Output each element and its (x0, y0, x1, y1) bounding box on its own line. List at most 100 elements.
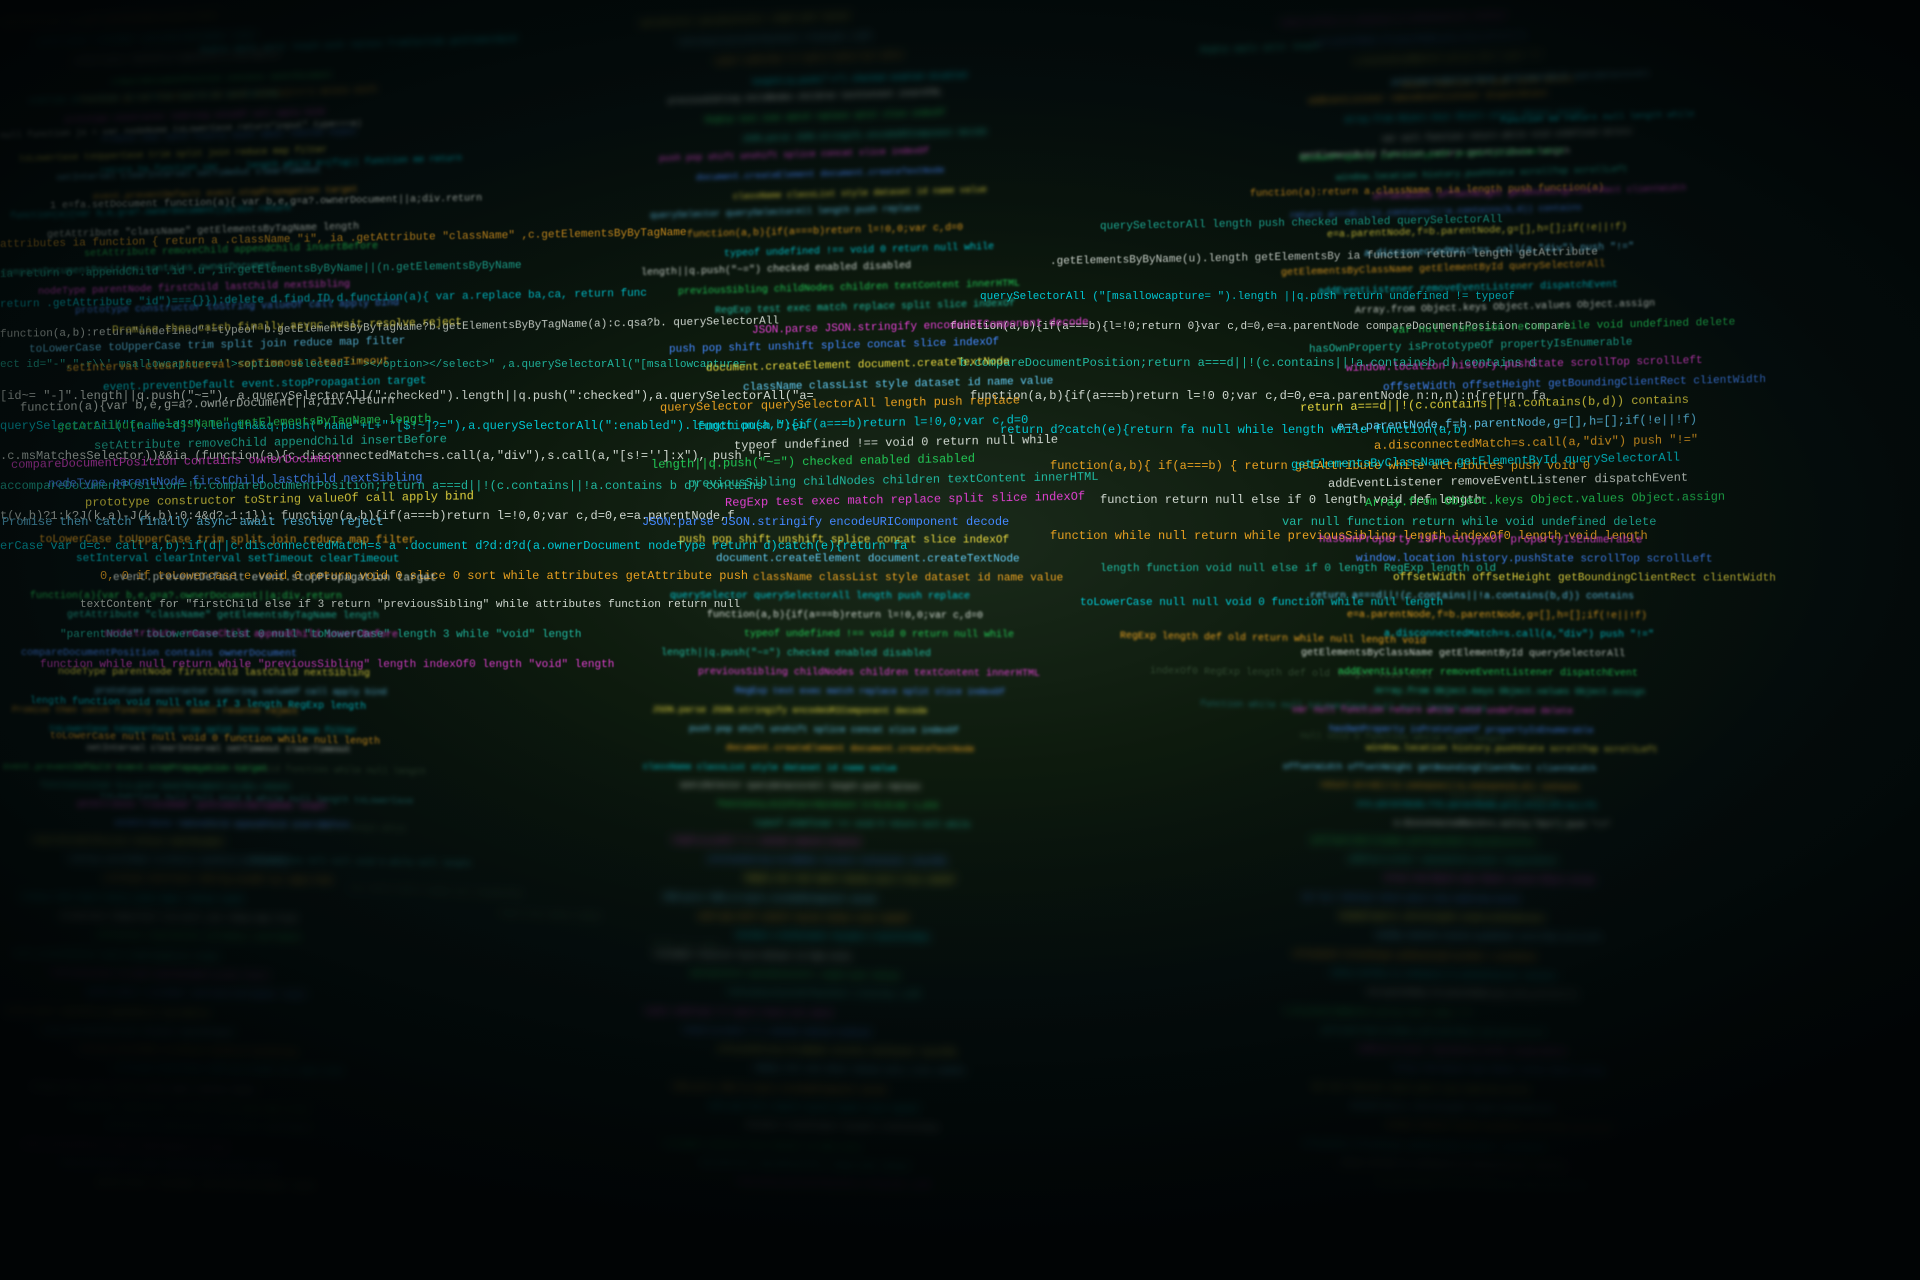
code-line-generated: compareDocumentPosition contains ownerDo… (41, 1027, 234, 1040)
code-line-generated: document.createElement document.createTe… (736, 932, 929, 944)
code-line-generated: setAttribute removeChild appendChild ins… (104, 628, 398, 643)
code-line-generated: offsetWidth offsetHeight getBoundingClie… (1393, 571, 1776, 587)
code-line-generated: nodeType parentNode firstChild lastChild… (28, 88, 278, 107)
code-line-generated: JSON.parse JSON.stringify encodeURICompo… (752, 316, 1089, 340)
code-line-generated: nodeType parentNode firstChild lastChild… (78, 1046, 296, 1059)
code-line-generated: function(a,b){if(a===b)return l=!0,0;var… (687, 222, 963, 243)
code-line-generated: toLowerCase toUpperCase trim split join … (69, 1103, 308, 1117)
code-line-generated: setAttribute removeChild appendChild ins… (114, 818, 349, 831)
code-line-generated: hasOwnProperty isPrototypeOf propertyIsE… (1339, 913, 1545, 925)
code-line-generated: event.preventDefault event.stopPropagati… (13, 951, 219, 964)
code-line-generated: compareDocumentPosition contains ownerDo… (31, 837, 224, 849)
code-line-generated: document.createElement document.createTe… (746, 1122, 939, 1135)
code-line-generated: event.preventDefault event.stopPropagati… (3, 761, 268, 775)
code-line-generated: function(a,b){if(a===b)return l=!0,0;var… (727, 989, 920, 1001)
code-line-generated: previousSibling childNodes children text… (698, 666, 1040, 682)
code-line-generated: typeof undefined !== void 0 return null … (744, 628, 1014, 643)
code-line-generated: function(a,b){if(a===b)return l=!0,0;var… (737, 1179, 930, 1193)
code-line-generated: e=a.parentNode,f=b.parentNode,g=[],h=[];… (1377, 1179, 1587, 1193)
code-line-generated: push pop shift unshift splice concat sli… (699, 913, 909, 925)
code-line-generated: event.preventDefault event.stopPropagati… (113, 571, 436, 587)
code-line-generated: length||q.push("~=") checked enabled dis… (641, 260, 911, 281)
code-line-generated: Promise then catch finally async await r… (2, 514, 384, 531)
code-line-generated: var null function return while void unde… (1292, 704, 1573, 718)
code-line-generated: function(a){var b,e,g=a?.ownerDocument||… (60, 1160, 278, 1174)
code-line-generated: window.location history.pushState scroll… (1376, 932, 1603, 945)
code-line-generated: a.disconnectedMatch=s.call(a,"div") push… (1284, 1008, 1473, 1020)
code-line-generated: RegExp test exec match replace split sli… (725, 489, 1085, 512)
code-line-generated: className classList style dataset id nam… (653, 951, 850, 964)
code-line-generated: Promise then catch finally async await r… (12, 704, 298, 718)
code-line-generated: querySelector querySelectorAll length pu… (650, 202, 920, 222)
code-line-generated: function(a){var b,e,g=a?.ownerDocument||… (40, 780, 290, 793)
code-line-generated: setAttribute removeChild appendChild ins… (4, 1008, 210, 1021)
code-line-generated: Promise then catch finally async await r… (32, 1084, 255, 1098)
code-line-generated: length||q.push("~=") checked enabled dis… (671, 837, 860, 849)
code-line-generated: a.disconnectedMatch=s.call(a,"div") push… (1354, 52, 1543, 68)
code-line-generated: getElementsByClassName getElementById qu… (1311, 837, 1538, 849)
code-line-generated: querySelector querySelectorAll length pu… (680, 780, 920, 793)
code-line-generated: nodeType parentNode firstChild lastChild… (58, 666, 370, 682)
code-line-generated: document.createElement document.createTe… (696, 165, 944, 185)
code-line-generated: typeof undefined !== void 0 return null … (754, 818, 970, 831)
code-line-generated: var null function return while void unde… (1302, 894, 1520, 906)
code-line-generated: return a===d||!(c.contains||!a.contains(… (1340, 1160, 1567, 1174)
code-line-generated: offsetWidth offsetHeight getBoundingClie… (1303, 1141, 1547, 1155)
code-line-generated: toLowerCase toUpperCase trim split join … (39, 533, 415, 549)
code-layer: RegExp apply split length push replace f… (0, 0, 1920, 1280)
code-line-generated: className classList style dataset id nam… (733, 184, 987, 204)
code-line-generated: getAttribute "className" getElementsByTa… (67, 609, 379, 624)
code-line-generated: length||q.push("~=") checked enabled dis… (661, 647, 931, 662)
code-line-generated: RegExp test exec match replace split sli… (705, 107, 945, 126)
code-line-generated: function(a,b){if(a===b)return l=!0,0;var… (717, 799, 938, 812)
code-line-generated: a.disconnectedMatch=s.call(a,"div") push… (1384, 628, 1654, 643)
code-line-generated: e=a.parentNode,f=b.parentNode,g=[],h=[];… (1367, 989, 1577, 1002)
code-line-generated: push pop shift unshift splice concat sli… (709, 1103, 919, 1116)
code-line-generated: className classList style dataset id nam… (643, 761, 897, 775)
code-line-generated: typeof undefined !== void 0 return null … (714, 52, 903, 68)
code-line-generated: e=a.parentNode,f=b.parentNode,g=[],h=[];… (1357, 799, 1597, 812)
code-line-generated: push pop shift unshift splice concat sli… (659, 145, 929, 166)
code-line-generated: addEventListener removeEventListener dis… (1348, 856, 1558, 868)
code-line-generated: JSON.parse JSON.stringify encodeURICompo… (742, 127, 987, 145)
code-line-generated: function(a){var b,e,g=a?.ownerDocument||… (50, 970, 268, 983)
code-line: RegExp apply split length (1200, 41, 1320, 56)
code-line-generated: window.location history.pushState scroll… (1356, 552, 1712, 568)
code-line-generated: length||q.push("~=") checked enabled dis… (751, 70, 967, 88)
code-line-generated: hasOwnProperty isPrototypeOf propertyIsE… (1319, 533, 1642, 549)
code-line-generated: querySelector querySelectorAll length pu… (640, 13, 850, 30)
code-line-generated: Array.from Object.keys Object.values Obj… (1375, 685, 1645, 699)
code-line-generated: length||q.push("~=") checked enabled dis… (681, 1027, 870, 1040)
code-line-generated: previousSibling childNodes children text… (718, 1046, 957, 1060)
code-line-generated: typeof undefined !== void 0 return null … (724, 241, 994, 262)
code-line-generated: className classList style dataset id nam… (753, 571, 1063, 587)
code-line-generated: addEventListener removeEventListener dis… (1338, 666, 1638, 682)
code-line-generated: e=a.parentNode,f=b.parentNode,g=[],h=[];… (1347, 609, 1647, 624)
code-line-generated: className classList style dataset id nam… (663, 1141, 860, 1155)
code-line-generated: push pop shift unshift splice concat sli… (689, 723, 959, 737)
code-line-generated: addEventListener removeEventListener dis… (1308, 88, 1548, 107)
code-line-generated: getElementsByClassName getElementById qu… (1321, 1027, 1548, 1040)
code-line-generated: toLowerCase toUpperCase trim split join … (49, 723, 357, 738)
code-line-generated: getElementsByClassName getElementById qu… (1301, 647, 1625, 662)
code-line-generated: window.location history.pushState scroll… (1386, 1122, 1613, 1136)
code-line-generated: return a===d||!(c.contains||!a.contains(… (1310, 590, 1634, 605)
code-line-generated: hasOwnProperty isPrototypeOf propertyIsE… (1329, 723, 1594, 737)
code-line-generated: getAttribute "className" getElementsByTa… (77, 799, 327, 812)
code-line-generated: Promise then catch finally async await r… (22, 894, 245, 907)
code-line-generated: var null function return while void unde… (1282, 514, 1656, 531)
code-line-generated: getAttribute "className" getElementsByTa… (97, 1179, 315, 1193)
code-line-generated: push pop shift unshift splice concat sli… (669, 336, 999, 359)
code-line-generated: querySelector querySelectorAll length pu… (690, 970, 900, 983)
code-line-generated: var null function return while void unde… (1312, 1084, 1530, 1098)
code-line-generated: JSON.parse JSON.stringify encodeURICompo… (652, 704, 927, 718)
code-line-generated: nodeType parentNode firstChild lastChild… (68, 856, 286, 868)
code-line-generated: event.preventDefault event.stopPropagati… (23, 1141, 229, 1155)
code-line-generated: return a===d||!(c.contains||!a.contains(… (1280, 12, 1507, 30)
code-line-generated: previousSibling childNodes children text… (708, 856, 947, 868)
code-line-generated: hasOwnProperty isPrototypeOf propertyIsE… (1299, 145, 1564, 165)
code-line: null while void 0 length null toLowerCas… (350, 885, 522, 901)
code-line-generated: a.disconnectedMatch=s.call(a,"div") push… (1394, 818, 1610, 831)
code-line-generated: RegExp test exec match replace split sli… (715, 298, 1015, 319)
code-line-generated: typeof undefined !== void 0 return null … (644, 1008, 833, 1020)
